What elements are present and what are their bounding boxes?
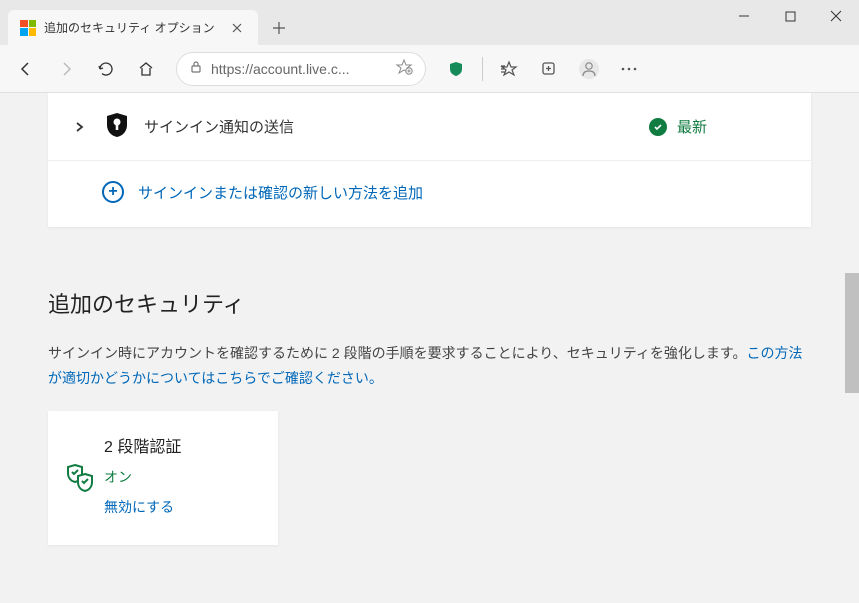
- scrollbar-thumb[interactable]: [845, 273, 859, 393]
- page-content: サインイン通知の送信 最新 + サインインまたは確認の新しい方法を追加 追加のセ…: [0, 93, 859, 603]
- add-favorite-star-icon[interactable]: [395, 58, 413, 79]
- favorites-button[interactable]: [491, 51, 527, 87]
- two-step-card: 2 段階認証 オン 無効にする: [48, 411, 278, 545]
- separator: [482, 57, 483, 81]
- tab-close-button[interactable]: [228, 18, 246, 38]
- status: 最新: [649, 116, 787, 137]
- collections-button[interactable]: [531, 51, 567, 87]
- title-bar: 追加のセキュリティ オプション: [0, 0, 859, 45]
- window-controls: [721, 0, 859, 32]
- browser-tab[interactable]: 追加のセキュリティ オプション: [8, 10, 258, 45]
- row-label: サインイン通知の送信: [144, 116, 649, 137]
- refresh-button[interactable]: [88, 51, 124, 87]
- address-text: https://account.live.c...: [211, 61, 387, 77]
- two-step-title: 2 段階認証: [104, 433, 252, 457]
- maximize-button[interactable]: [767, 0, 813, 32]
- signin-notification-row[interactable]: サインイン通知の送信 最新: [48, 93, 811, 161]
- add-signin-method-button[interactable]: + サインインまたは確認の新しい方法を追加: [48, 161, 811, 227]
- address-bar[interactable]: https://account.live.c...: [176, 52, 426, 86]
- profile-button[interactable]: [571, 51, 607, 87]
- chevron-right-icon: [72, 120, 96, 134]
- close-window-button[interactable]: [813, 0, 859, 32]
- forward-button: [48, 51, 84, 87]
- two-step-status: オン: [104, 467, 252, 487]
- browser-toolbar: https://account.live.c...: [0, 45, 859, 93]
- signin-methods-card: サインイン通知の送信 最新 + サインインまたは確認の新しい方法を追加: [48, 93, 811, 227]
- section-description: サインイン時にアカウントを確認するために 2 段階の手順を要求することにより、セ…: [48, 341, 811, 391]
- disable-two-step-link[interactable]: 無効にする: [104, 497, 252, 517]
- microsoft-icon: [20, 20, 36, 36]
- lock-icon: [189, 60, 203, 77]
- checkmark-icon: [649, 118, 667, 136]
- tabs-area: 追加のセキュリティ オプション: [0, 0, 721, 45]
- back-button[interactable]: [8, 51, 44, 87]
- desc-text: サインイン時にアカウントを確認するために 2 段階の手順を要求することにより、セ…: [48, 345, 746, 361]
- security-badge-icon: [104, 111, 130, 142]
- additional-security-section: 追加のセキュリティ サインイン時にアカウントを確認するために 2 段階の手順を要…: [48, 287, 811, 545]
- minimize-button[interactable]: [721, 0, 767, 32]
- tab-title: 追加のセキュリティ オプション: [44, 19, 220, 36]
- add-method-label: サインインまたは確認の新しい方法を追加: [138, 182, 423, 203]
- status-text: 最新: [677, 116, 707, 137]
- security-shield-icon[interactable]: [438, 51, 474, 87]
- double-check-shield-icon: [64, 461, 96, 496]
- section-title: 追加のセキュリティ: [48, 287, 811, 319]
- home-button[interactable]: [128, 51, 164, 87]
- new-tab-button[interactable]: [262, 11, 296, 45]
- menu-button[interactable]: [611, 51, 647, 87]
- plus-circle-icon: +: [102, 181, 124, 203]
